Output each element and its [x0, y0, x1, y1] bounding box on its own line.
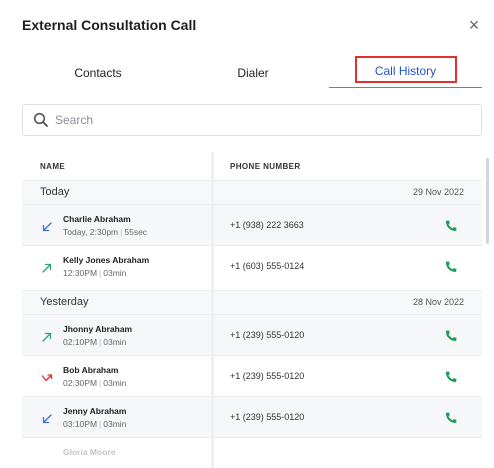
- dialog-title: External Consultation Call: [22, 17, 197, 33]
- group-label: Today: [40, 186, 70, 198]
- phone-call-icon[interactable]: [444, 370, 458, 384]
- call-meta: 03:10PM | 03min: [63, 419, 127, 429]
- call-duration: 03min: [103, 337, 127, 347]
- search-icon: [33, 112, 48, 127]
- group-date: 29 Nov 2022: [412, 187, 464, 197]
- arrow-down-left-icon: [42, 414, 52, 424]
- call-meta: 12:30PM | 03min: [63, 268, 127, 278]
- column-divider: [211, 152, 214, 468]
- tab-bar: Contacts Dialer Call History: [22, 56, 482, 88]
- caller-name: Kelly Jones Abraham: [63, 255, 150, 265]
- tab-dialer[interactable]: Dialer: [177, 56, 329, 88]
- caller-name: Jhonny Abraham: [63, 324, 133, 334]
- call-meta: Today, 2:30pm | 55sec: [63, 227, 148, 237]
- call-history-table: NAME PHONE NUMBER Today 29 Nov 2022 Char…: [22, 152, 482, 468]
- table-row[interactable]: Bob Abraham 02:30PM | 03min +1 (239) 555-0…: [22, 355, 482, 396]
- caller-name: Gloria Moore: [63, 447, 116, 457]
- caller-name: Charlie Abraham: [63, 214, 131, 224]
- call-time: 12:30PM: [63, 268, 98, 278]
- call-duration: 03min: [103, 268, 127, 278]
- phone-number: +1 (239) 555-0120: [230, 371, 305, 381]
- arrow-up-right-icon: [42, 332, 52, 342]
- caller-name: Bob Abraham: [63, 365, 119, 375]
- phone-number: +1 (938) 222 3663: [230, 220, 304, 230]
- column-header-phone: PHONE NUMBER: [230, 162, 301, 171]
- tab-call-history-label: Call History: [354, 56, 457, 83]
- table-row[interactable]: Kelly Jones Abraham 12:30PM | 03min +1 (60…: [22, 245, 482, 286]
- table-header: NAME PHONE NUMBER: [22, 152, 482, 182]
- table-row[interactable]: Charlie Abraham Today, 2:30pm | 55sec +1 (…: [22, 204, 482, 245]
- group-header-yesterday: Yesterday 28 Nov 2022: [22, 290, 482, 314]
- phone-call-icon[interactable]: [444, 219, 458, 233]
- call-duration: 03min: [103, 378, 127, 388]
- phone-call-icon[interactable]: [444, 411, 458, 425]
- phone-number: +1 (603) 555-0124: [230, 261, 305, 271]
- phone-call-icon[interactable]: [444, 329, 458, 343]
- caller-name: Jenny Abraham: [63, 406, 127, 416]
- arrow-down-left-icon: [42, 222, 52, 232]
- table-row[interactable]: Jhonny Abraham 02:10PM | 03min +1 (239) 55…: [22, 314, 482, 355]
- tab-call-history[interactable]: Call History: [329, 56, 482, 88]
- search-input[interactable]: [55, 109, 455, 131]
- column-header-name: NAME: [40, 162, 66, 171]
- table-row[interactable]: Gloria Moore: [22, 437, 482, 468]
- phone-call-icon[interactable]: [444, 260, 458, 274]
- missed-call-icon: [41, 374, 53, 382]
- table-row[interactable]: Jenny Abraham 03:10PM | 03min +1 (239) 555…: [22, 396, 482, 437]
- tab-contacts[interactable]: Contacts: [22, 56, 174, 88]
- call-meta: 02:10PM | 03min: [63, 337, 127, 347]
- call-time: 02:10PM: [63, 337, 98, 347]
- group-header-today: Today 29 Nov 2022: [22, 180, 482, 204]
- phone-number: +1 (239) 555-0120: [230, 330, 305, 340]
- group-date: 28 Nov 2022: [412, 297, 464, 307]
- group-label: Yesterday: [40, 296, 89, 308]
- call-time: 02:30PM: [63, 378, 98, 388]
- scrollbar-thumb[interactable]: [486, 158, 489, 244]
- call-time: 03:10PM: [63, 419, 98, 429]
- close-icon[interactable]: ×: [464, 15, 484, 35]
- call-duration: 03min: [103, 419, 127, 429]
- search-box: [22, 104, 482, 136]
- call-duration: 55sec: [124, 227, 148, 237]
- arrow-up-right-icon: [42, 263, 52, 273]
- call-time: Today, 2:30pm: [63, 227, 119, 237]
- external-consultation-dialog: External Consultation Call × Contacts Di…: [0, 0, 494, 468]
- call-meta: 02:30PM | 03min: [63, 378, 127, 388]
- phone-number: +1 (239) 555-0120: [230, 412, 305, 422]
